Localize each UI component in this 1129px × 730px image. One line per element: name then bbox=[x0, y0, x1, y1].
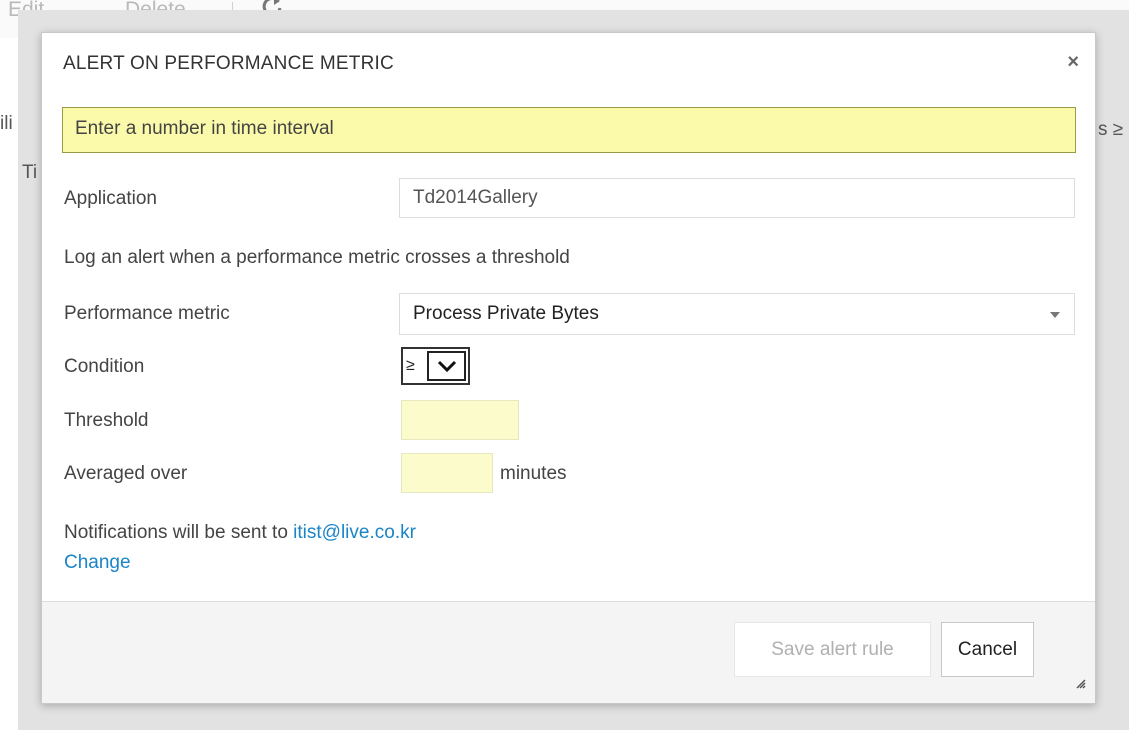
cancel-button[interactable]: Cancel bbox=[941, 622, 1034, 677]
condition-label: Condition bbox=[64, 356, 145, 377]
dialog-footer: Save alert rule Cancel bbox=[42, 602, 1095, 703]
performance-metric-value: Process Private Bytes bbox=[413, 303, 599, 324]
save-alert-rule-button[interactable]: Save alert rule bbox=[734, 622, 931, 677]
info-text: Log an alert when a performance metric c… bbox=[64, 247, 570, 268]
application-value: Td2014Gallery bbox=[413, 187, 538, 208]
validation-warning: Enter a number in time interval bbox=[62, 107, 1076, 153]
resize-grip-icon[interactable] bbox=[1076, 676, 1086, 694]
close-icon[interactable]: × bbox=[1067, 51, 1079, 74]
warning-text: Enter a number in time interval bbox=[75, 118, 334, 139]
averaged-over-label: Averaged over bbox=[64, 463, 188, 484]
alert-dialog: ALERT ON PERFORMANCE METRIC × Enter a nu… bbox=[41, 32, 1096, 704]
threshold-input[interactable] bbox=[401, 400, 519, 440]
condition-value: ≥ bbox=[406, 357, 415, 374]
condition-select[interactable]: ≥ bbox=[401, 347, 470, 385]
notification-email-link[interactable]: itist@live.co.kr bbox=[293, 522, 416, 543]
notification-prefix: Notifications will be sent to bbox=[64, 522, 294, 543]
background-text-fragment: s ≥ bbox=[1098, 119, 1124, 140]
performance-metric-select[interactable]: Process Private Bytes bbox=[399, 293, 1075, 335]
dialog-title: ALERT ON PERFORMANCE METRIC bbox=[63, 53, 394, 74]
change-link[interactable]: Change bbox=[64, 552, 131, 574]
application-field: Td2014Gallery bbox=[399, 178, 1075, 218]
notification-text: Notifications will be sent to itist@live… bbox=[64, 522, 416, 544]
caret-down-icon bbox=[1050, 312, 1060, 318]
averaged-over-input[interactable] bbox=[401, 453, 493, 493]
threshold-label: Threshold bbox=[64, 410, 149, 431]
chevron-down-icon bbox=[427, 351, 466, 381]
minutes-unit-label: minutes bbox=[500, 463, 567, 484]
performance-metric-label: Performance metric bbox=[64, 303, 230, 324]
application-label: Application bbox=[64, 188, 157, 209]
background-text-fragment: ili bbox=[0, 113, 13, 134]
background-text-fragment: Ti bbox=[22, 162, 38, 183]
